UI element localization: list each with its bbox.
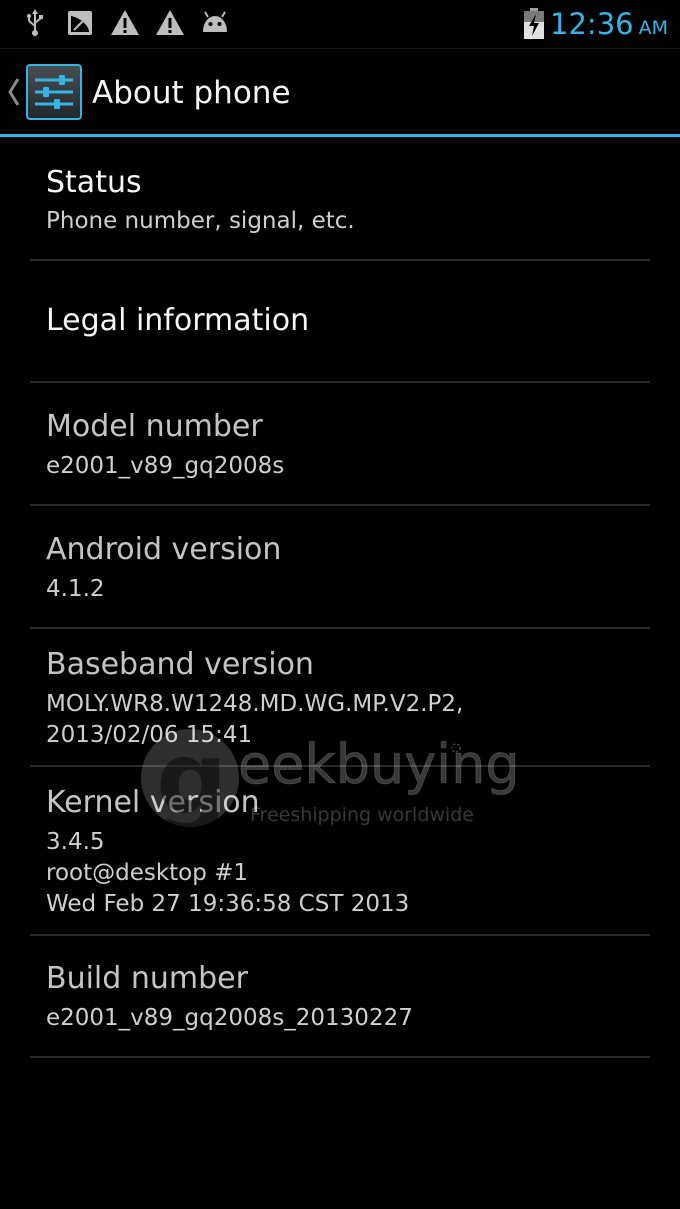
list-item-baseband-version: Baseband version MOLY.WR8.W1248.MD.WG.MP… (30, 629, 650, 767)
list-item-label: Build number (46, 961, 248, 996)
list-item-summary: Phone number, signal, etc. (46, 208, 355, 234)
usb-icon (27, 9, 43, 36)
list-item-label: Legal information (46, 303, 310, 338)
list-item-label: Android version (46, 532, 282, 567)
list-item-label: Status (46, 165, 142, 200)
list-item-model-number: Model number e2001_v89_gq2008s (30, 383, 650, 506)
action-bar: About phone (0, 49, 680, 137)
warning-icon (111, 10, 139, 35)
list-item-value: e2001_v89_gq2008s_20130227 (46, 1005, 413, 1031)
settings-sliders-icon[interactable] (26, 64, 82, 120)
android-debug-icon (203, 11, 227, 32)
list-item-kernel-version: Kernel version 3.4.5 root@desktop #1 Wed… (30, 767, 650, 936)
clock-ampm: AM (638, 17, 668, 39)
screenshot-icon (68, 11, 92, 35)
list-item-value: MOLY.WR8.W1248.MD.WG.MP.V2.P2, 2013/02/0… (46, 691, 464, 748)
list-item-android-version: Android version 4.1.2 (30, 506, 650, 629)
status-bar: 12:36 AM (0, 0, 680, 49)
clock-time: 12:36 (550, 7, 634, 41)
list-item-value: e2001_v89_gq2008s (46, 453, 285, 479)
list-item-label: Kernel version (46, 785, 260, 820)
list-item-legal-information[interactable]: Legal information (30, 261, 650, 383)
list-item-label: Baseband version (46, 647, 314, 682)
list-item-label: Model number (46, 409, 263, 444)
list-item-status[interactable]: Status Phone number, signal, etc. (30, 138, 650, 261)
list-item-build-number: Build number e2001_v89_gq2008s_20130227 (30, 936, 650, 1058)
warning-icon (156, 10, 184, 35)
chevron-left-icon[interactable] (6, 75, 22, 109)
list-item-value: 3.4.5 root@desktop #1 Wed Feb 27 19:36:5… (46, 829, 410, 917)
clock: 12:36 AM (550, 4, 668, 44)
list-item-value: 4.1.2 (46, 576, 105, 602)
charging-battery-icon (524, 8, 544, 39)
page-title: About phone (92, 75, 291, 111)
